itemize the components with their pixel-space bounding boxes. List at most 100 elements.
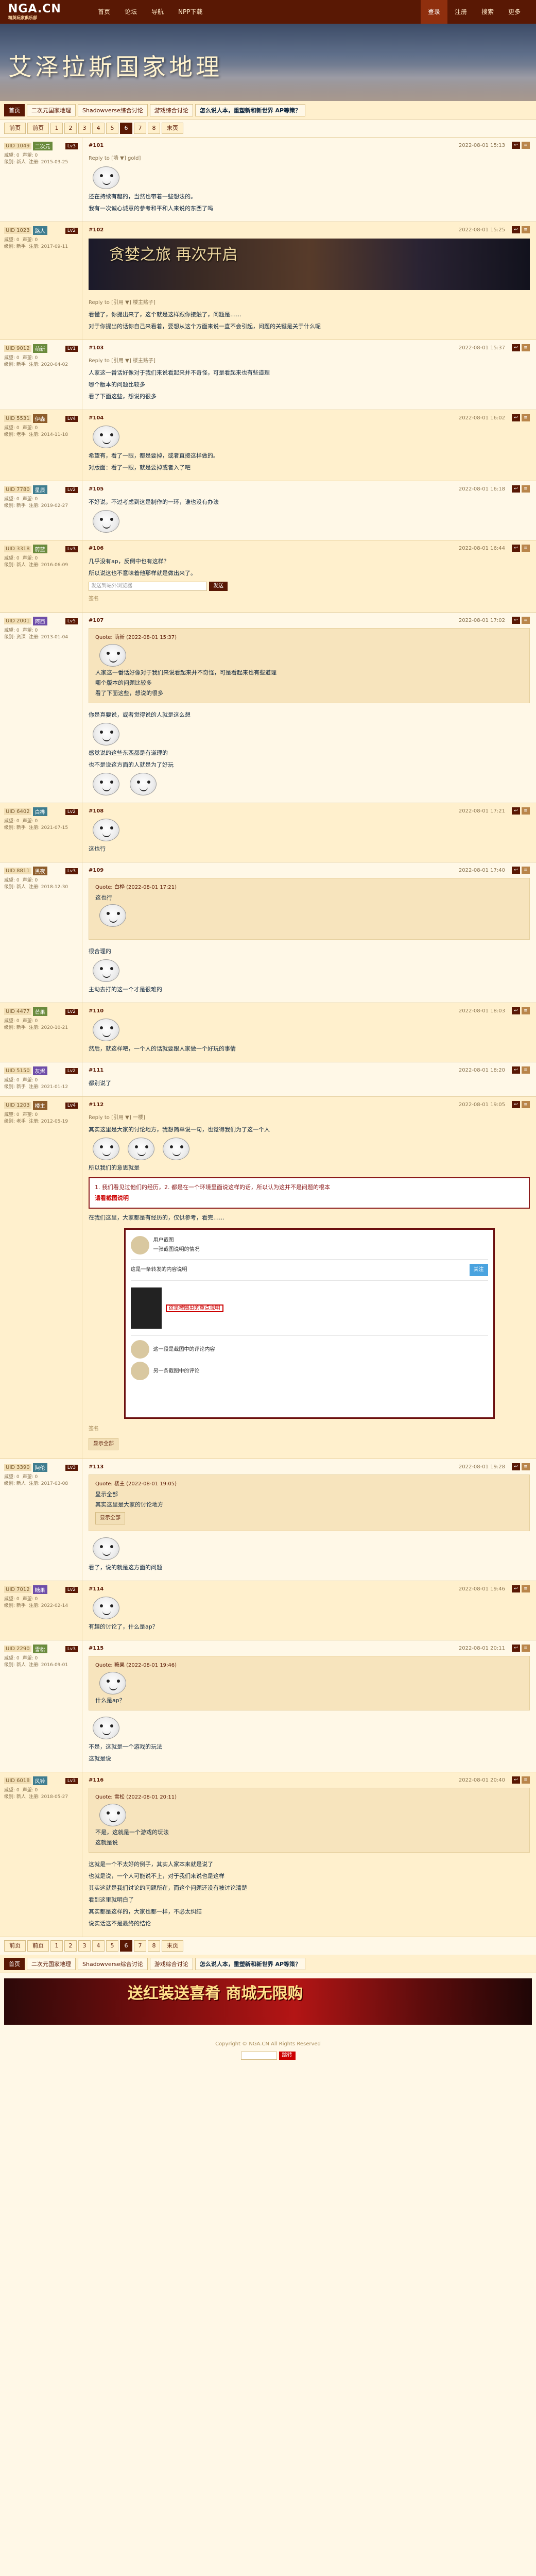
reply-icon[interactable]: ↩: [512, 807, 520, 815]
nav-register[interactable]: 注册: [447, 0, 474, 24]
more-icon[interactable]: ≡: [522, 1101, 530, 1108]
pager-page[interactable]: 4: [92, 123, 105, 134]
page-jump-input[interactable]: [240, 2052, 277, 2060]
reply-icon[interactable]: ↩: [512, 1007, 520, 1014]
reply-icon[interactable]: ↩: [512, 617, 520, 624]
post-floor[interactable]: #112: [89, 1102, 103, 1108]
breadcrumb-link-1[interactable]: 二次元国家地理: [27, 1957, 76, 1970]
pager-page-current[interactable]: 6: [120, 123, 132, 134]
send-button[interactable]: 发送: [209, 582, 228, 591]
send-input[interactable]: 发送到站外浏览器: [89, 582, 207, 591]
nav-item-guide[interactable]: 导航: [144, 0, 171, 24]
post-floor[interactable]: #103: [89, 345, 103, 351]
author-uid[interactable]: UID 1049: [4, 143, 31, 149]
more-icon[interactable]: ≡: [522, 867, 530, 874]
pager-page[interactable]: 2: [64, 123, 77, 134]
pager-page[interactable]: 5: [106, 1940, 118, 1952]
more-icon[interactable]: ≡: [522, 414, 530, 421]
embedded-image[interactable]: 贪婪之旅 再次开启: [89, 239, 530, 290]
author-name[interactable]: 糖果: [32, 1585, 47, 1594]
more-icon[interactable]: ≡: [522, 485, 530, 493]
pager-page[interactable]: 7: [134, 1940, 146, 1952]
author-uid[interactable]: UID 7012: [4, 1586, 31, 1593]
author-uid[interactable]: UID 5531: [4, 415, 31, 422]
reply-icon[interactable]: ↩: [512, 1645, 520, 1652]
more-icon[interactable]: ≡: [522, 1776, 530, 1784]
author-uid[interactable]: UID 3390: [4, 1464, 31, 1471]
site-logo[interactable]: NGA.CN 精英玩家俱乐部: [8, 2, 75, 22]
pager-last[interactable]: 末页: [162, 123, 183, 134]
author-name[interactable]: 阿伦: [32, 1463, 47, 1472]
breadcrumb-link-2[interactable]: Shadowverse综合讨论: [78, 1957, 148, 1970]
pager-last[interactable]: 末页: [162, 1940, 183, 1952]
reply-icon[interactable]: ↩: [512, 1101, 520, 1108]
author-uid[interactable]: UID 9012: [4, 345, 31, 352]
author-name[interactable]: 风铃: [32, 1776, 47, 1785]
author-name[interactable]: 雪松: [32, 1645, 47, 1653]
pager-prev[interactable]: 前页: [27, 1940, 49, 1952]
pager-page[interactable]: 4: [92, 1940, 105, 1952]
nav-item-forum[interactable]: 论坛: [117, 0, 144, 24]
reply-icon[interactable]: ↩: [512, 414, 520, 421]
page-jump-button[interactable]: 跳转: [279, 2052, 296, 2060]
pager-page[interactable]: 7: [134, 123, 146, 134]
post-floor[interactable]: #105: [89, 486, 103, 492]
pager-page[interactable]: 2: [64, 1940, 77, 1952]
more-icon[interactable]: ≡: [522, 807, 530, 815]
author-name[interactable]: 楼主: [32, 1101, 47, 1110]
more-icon[interactable]: ≡: [522, 1585, 530, 1592]
author-uid[interactable]: UID 1203: [4, 1102, 31, 1109]
post-floor[interactable]: #111: [89, 1067, 103, 1073]
more-icon[interactable]: ≡: [522, 1645, 530, 1652]
pager-page[interactable]: 1: [50, 1940, 63, 1952]
post-floor[interactable]: #104: [89, 415, 103, 421]
author-uid[interactable]: UID 5150: [4, 1067, 31, 1074]
nav-item-download[interactable]: NPP下载: [171, 0, 210, 24]
pager-first[interactable]: 前页: [4, 123, 26, 134]
breadcrumb-home[interactable]: 首页: [4, 104, 25, 116]
reply-icon[interactable]: ↩: [512, 545, 520, 552]
more-icon[interactable]: ≡: [522, 1007, 530, 1014]
screenshot-image[interactable]: 用户截图 一张截图说明的情况 这是一条转发的内容说明 关注 这是被圈出的重点说明: [124, 1228, 495, 1419]
author-name[interactable]: 伊森: [32, 414, 47, 423]
post-floor[interactable]: #114: [89, 1586, 103, 1592]
nav-login[interactable]: 登录: [420, 0, 447, 24]
author-uid[interactable]: UID 8811: [4, 868, 31, 874]
author-name[interactable]: 路人: [32, 226, 47, 235]
pager-page-current[interactable]: 6: [120, 1940, 132, 1952]
nav-more[interactable]: 更多: [501, 0, 528, 24]
reply-icon[interactable]: ↩: [512, 1066, 520, 1074]
author-uid[interactable]: UID 7780: [4, 486, 31, 493]
breadcrumb-link-2[interactable]: Shadowverse综合讨论: [78, 104, 148, 116]
show-all-button[interactable]: 显示全部: [95, 1512, 125, 1524]
author-uid[interactable]: UID 3318: [4, 546, 31, 552]
more-icon[interactable]: ≡: [522, 1463, 530, 1470]
pager-page[interactable]: 5: [106, 123, 118, 134]
breadcrumb-link-3[interactable]: 游戏综合讨论: [149, 104, 193, 116]
author-name[interactable]: 星辰: [32, 485, 47, 494]
reply-icon[interactable]: ↩: [512, 344, 520, 351]
post-floor[interactable]: #109: [89, 868, 103, 873]
reply-icon[interactable]: ↩: [512, 1463, 520, 1470]
author-name[interactable]: 芒果: [32, 1007, 47, 1016]
breadcrumb-link-3[interactable]: 游戏综合讨论: [149, 1957, 193, 1970]
author-name[interactable]: 阿西: [32, 617, 47, 625]
promo-banner[interactable]: 送红装送喜肴 商城无限购: [4, 1978, 532, 2025]
author-name[interactable]: 萌新: [32, 344, 47, 353]
more-icon[interactable]: ≡: [522, 1066, 530, 1074]
post-floor[interactable]: #101: [89, 143, 103, 148]
author-uid[interactable]: UID 1023: [4, 227, 31, 234]
author-uid[interactable]: UID 6402: [4, 808, 31, 815]
author-uid[interactable]: UID 6018: [4, 1777, 31, 1784]
pager-page[interactable]: 3: [78, 1940, 91, 1952]
post-floor[interactable]: #115: [89, 1646, 103, 1651]
author-name[interactable]: 灰烬: [32, 1066, 47, 1075]
nav-item-home[interactable]: 首页: [91, 0, 117, 24]
author-name[interactable]: 二次元: [32, 142, 53, 150]
more-icon[interactable]: ≡: [522, 142, 530, 149]
author-name[interactable]: 蔚蓝: [32, 545, 47, 553]
author-uid[interactable]: UID 2001: [4, 618, 31, 624]
reply-icon[interactable]: ↩: [512, 226, 520, 233]
more-icon[interactable]: ≡: [522, 344, 530, 351]
pager-page[interactable]: 8: [148, 123, 160, 134]
